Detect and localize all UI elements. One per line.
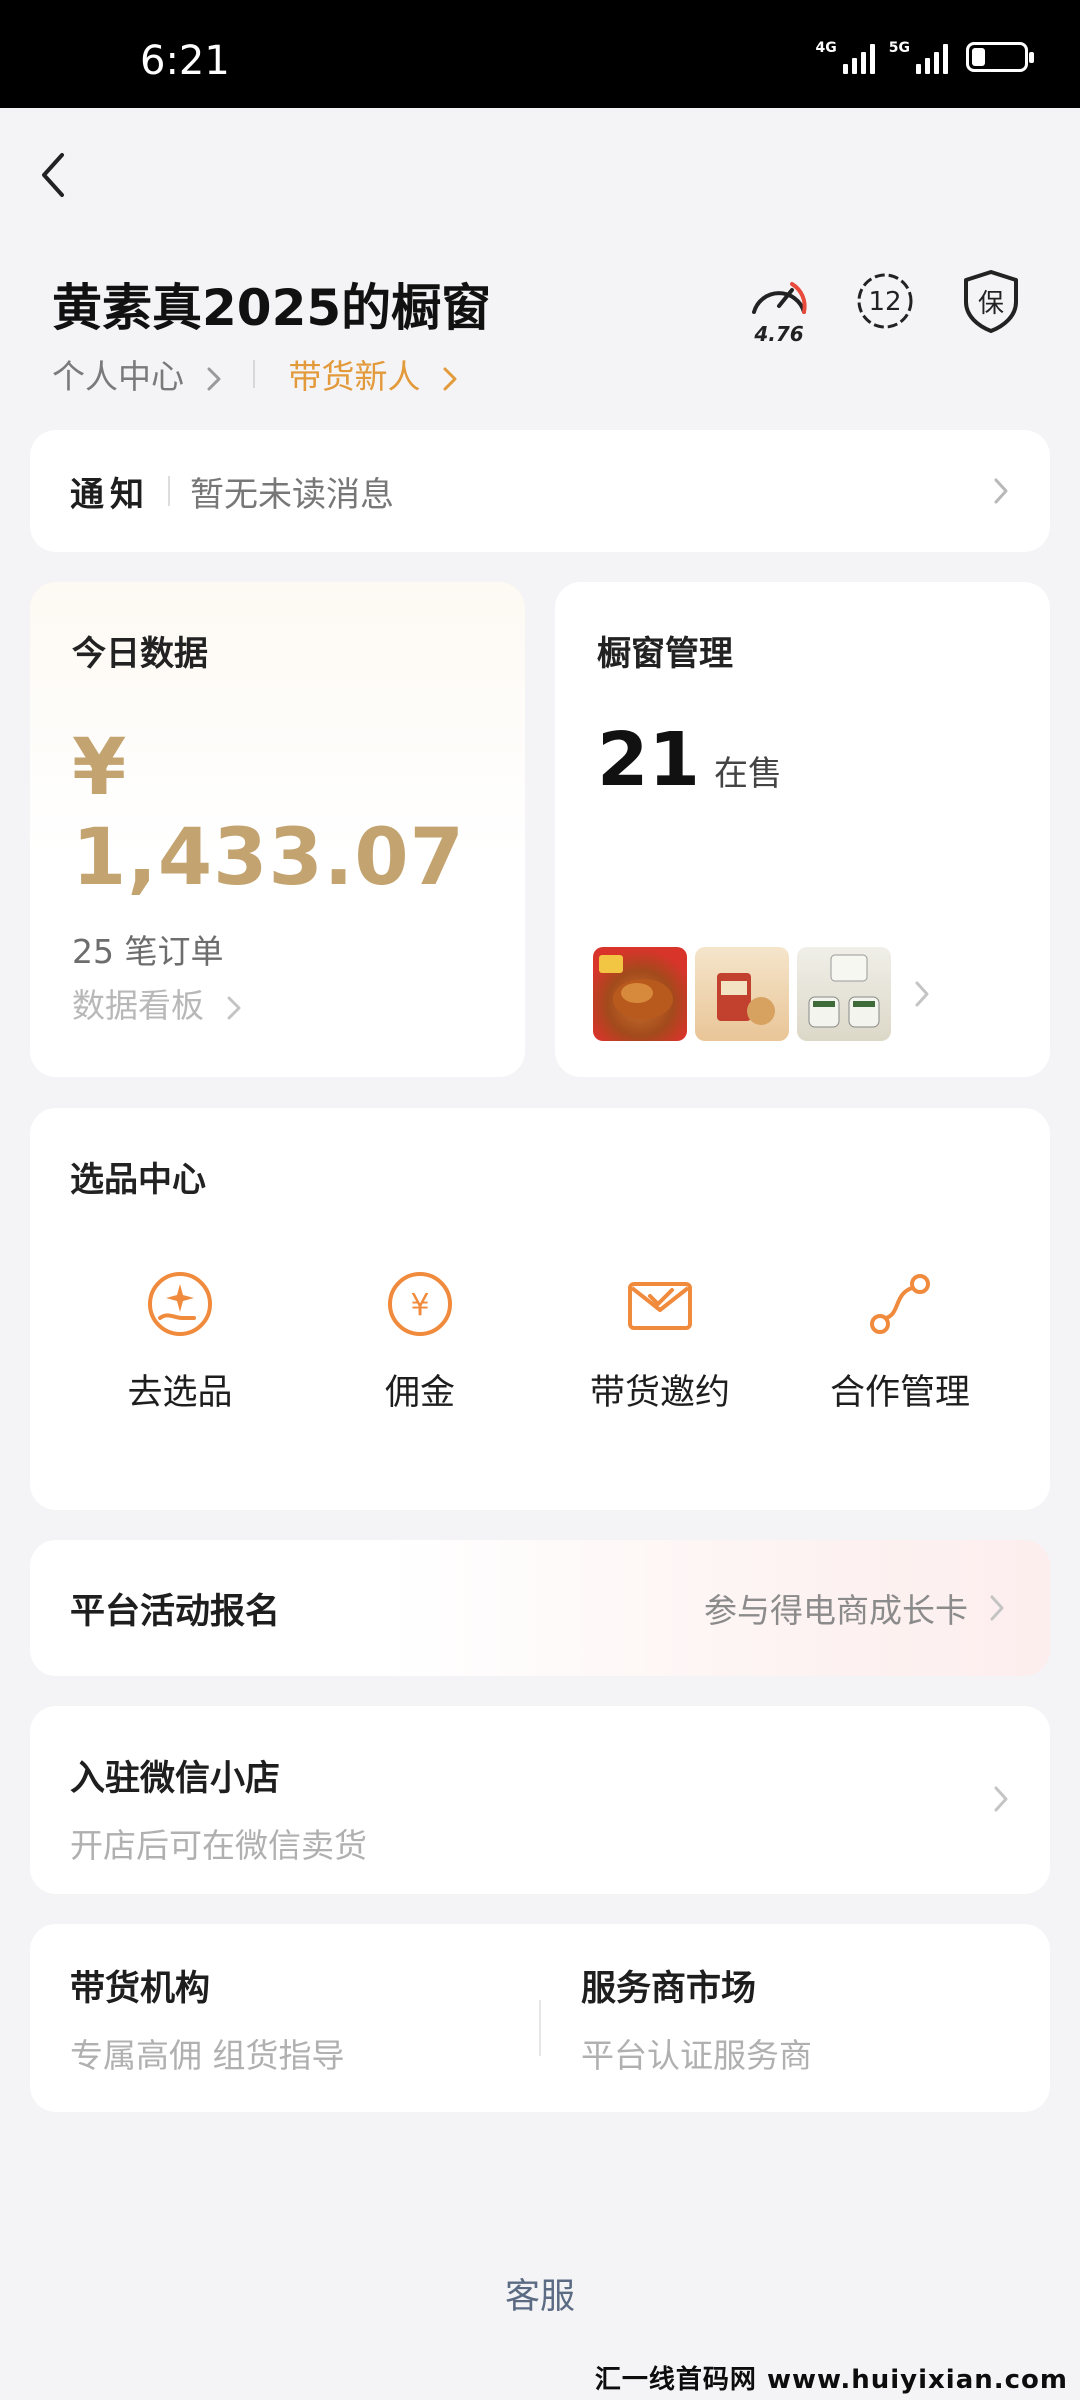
guarantee-label: 保: [978, 289, 1004, 319]
speed-score-button[interactable]: 4.76: [746, 268, 812, 346]
window-count-row: 21 在售: [597, 717, 1008, 803]
chevron-right-icon: [994, 1786, 1008, 1812]
notice-label: 通知: [70, 474, 150, 515]
on-sale-count: 21: [597, 717, 700, 803]
commission-button[interactable]: ¥ 佣金: [300, 1268, 540, 1415]
status-signals: 4G 5G: [816, 40, 1034, 74]
cooperation-icon: [870, 1274, 930, 1334]
customer-service-link[interactable]: 客服: [0, 2268, 1080, 2319]
chevron-right-icon: [915, 981, 929, 1007]
select-center-grid: 去选品 ¥ 佣金 带货邀约 合作管理: [60, 1268, 1020, 1415]
bowl-noodles-image: [808, 954, 880, 1028]
service-market-entry[interactable]: 服务商市场 平台认证服务商: [541, 1960, 1050, 2077]
today-data-card[interactable]: 今日数据 ¥ 1,433.07 25 笔订单 数据看板: [30, 582, 525, 1077]
commission-label: 佣金: [384, 1373, 455, 1413]
personal-center-label: 个人中心: [52, 357, 184, 396]
speedometer-icon: [752, 282, 807, 314]
agency-service-card: 带货机构 专属高佣 组货指导 服务商市场 平台认证服务商: [30, 1924, 1050, 2112]
personal-center-link[interactable]: 个人中心: [52, 350, 223, 398]
guarantee-button[interactable]: 保: [958, 268, 1024, 334]
go-select-button[interactable]: 去选品: [60, 1268, 300, 1415]
network-type-4g: 4G: [815, 40, 837, 56]
invite-envelope-icon: [628, 1282, 692, 1330]
yuan-coin-icon: ¥: [388, 1272, 452, 1336]
chevron-left-icon: [42, 153, 64, 197]
product-thumbnail: [695, 947, 789, 1041]
service-market-title: 服务商市场: [581, 1968, 757, 2009]
signal-4g-icon: 4G: [816, 40, 875, 74]
battery-level: [972, 48, 985, 66]
on-sale-label: 在售: [713, 754, 782, 794]
status-bar: 6:21 4G 5G: [0, 0, 1080, 108]
data-board-link[interactable]: 数据看板: [72, 979, 243, 1027]
today-data-title: 今日数据: [72, 634, 208, 674]
header-divider: [252, 360, 255, 388]
invite-label: 带货邀约: [589, 1373, 730, 1413]
watermark-text: 汇一线首码网 www.huiyixian.com: [594, 2365, 1068, 2395]
shield-icon: 保: [964, 270, 1018, 333]
wechat-shop-subtitle: 开店后可在微信卖货: [70, 1826, 367, 1865]
header-icons: 4.76 12 保: [746, 268, 1024, 346]
speed-score: 4.76: [754, 322, 804, 346]
cooperation-button[interactable]: 合作管理: [780, 1268, 1020, 1415]
page-title: 黄素真2025的橱窗: [52, 279, 492, 337]
header-sub-links: 个人中心 带货新人: [52, 350, 459, 398]
roast-chicken-image: [599, 955, 673, 1019]
platform-activity-hint: 参与得电商成长卡: [704, 1591, 968, 1630]
wechat-shop-row[interactable]: 入驻微信小店 开店后可在微信卖货: [30, 1706, 1050, 1894]
service-market-subtitle: 平台认证服务商: [581, 2035, 812, 2075]
new-seller-tag-link[interactable]: 带货新人: [289, 350, 460, 398]
notice-message: 暂无未读消息: [190, 474, 394, 515]
chevron-right-icon: [990, 1595, 1004, 1621]
chevron-right-icon: [994, 478, 1008, 504]
agency-entry[interactable]: 带货机构 专属高佣 组货指导: [30, 1960, 539, 2077]
go-select-label: 去选品: [127, 1373, 233, 1413]
badge-circle-icon: 12: [857, 273, 913, 329]
food-package-image: [717, 973, 775, 1025]
notice-bar[interactable]: 通知 暂无未读消息: [30, 430, 1050, 552]
product-thumbnail: [593, 947, 687, 1041]
select-center-title: 选品中心: [70, 1160, 206, 1200]
chevron-right-icon: [207, 367, 220, 390]
data-board-label: 数据看板: [72, 986, 204, 1025]
svg-text:¥: ¥: [410, 1288, 429, 1323]
new-seller-tag: 带货新人: [288, 357, 421, 396]
invite-button[interactable]: 带货邀约: [540, 1268, 780, 1415]
notice-divider: [168, 476, 170, 506]
badge-number: 12: [868, 287, 901, 317]
chevron-right-icon: [227, 996, 240, 1019]
product-thumbnail: [797, 947, 891, 1041]
back-button[interactable]: [30, 145, 80, 205]
wechat-shop-title: 入驻微信小店: [70, 1759, 281, 1799]
badge-count-button[interactable]: 12: [852, 268, 918, 334]
battery-icon: [966, 42, 1034, 72]
platform-activity-row[interactable]: 平台活动报名 参与得电商成长卡: [30, 1540, 1050, 1676]
today-amount: ¥ 1,433.07: [72, 723, 465, 903]
window-management-title: 橱窗管理: [597, 634, 733, 674]
status-time: 6:21: [140, 38, 230, 84]
agency-title: 带货机构: [70, 1968, 211, 2009]
window-management-card[interactable]: 橱窗管理 21 在售: [555, 582, 1050, 1077]
hand-star-icon: [148, 1272, 212, 1336]
today-orders: 25 笔订单: [72, 932, 224, 971]
platform-activity-title: 平台活动报名: [70, 1591, 281, 1632]
product-thumbnails[interactable]: [593, 947, 933, 1041]
signal-5g-icon: 5G: [889, 40, 948, 74]
agency-subtitle: 专属高佣 组货指导: [70, 2035, 345, 2075]
chevron-right-icon: [443, 367, 457, 390]
select-center-card: 选品中心 去选品 ¥ 佣金 带货邀约 合作管理: [30, 1108, 1050, 1510]
cooperation-label: 合作管理: [829, 1373, 970, 1413]
network-type-5g: 5G: [888, 40, 910, 56]
